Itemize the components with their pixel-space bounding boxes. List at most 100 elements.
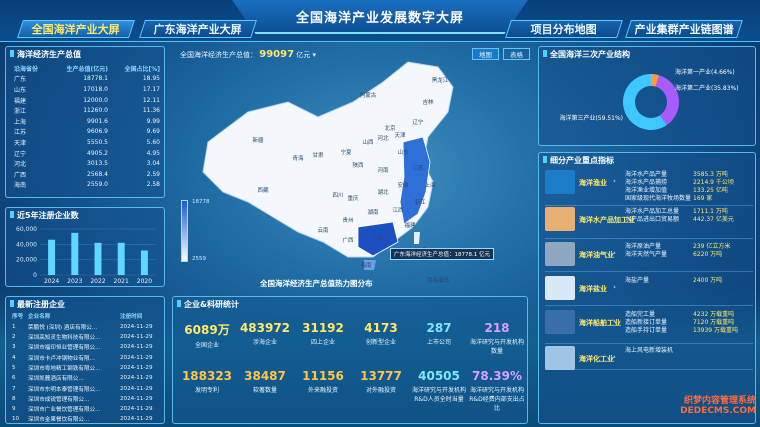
gdp-table-row[interactable]: 辽宁 4905.2 4.95 — [14, 148, 160, 159]
industry-row[interactable]: 海洋渔业 › 海洋水产品产量 3585.3 万吨 海洋水产品捕捞 2214.9 千公顷 海洋… — [545, 168, 753, 206]
province-label: 广东 — [372, 234, 384, 242]
gdp-cell: 山东 — [14, 86, 27, 94]
nav-national-label: 全国海洋产业大屏 — [31, 23, 120, 36]
stat-label: 海洋研究与开发机构R&D经费内部支出占比 — [469, 387, 525, 412]
stat-label: 创新型企业 — [365, 339, 396, 346]
company-row[interactable]: 6 深圳凯麓酒店有限公... 2024-11-29 — [12, 373, 160, 383]
gdp-table-row[interactable]: 广东 18778.1 18.95 — [14, 74, 160, 85]
company-cell: 2024-11-29 — [120, 354, 153, 361]
company-cell: 深圳市成锐管理有限公... — [28, 396, 90, 403]
stat-item: 31192 四上企业 — [295, 321, 351, 346]
map-taiwan[interactable] — [414, 232, 420, 244]
nav-project-map[interactable]: 项目分布地图 — [505, 20, 623, 38]
bar[interactable] — [117, 242, 125, 275]
nav-project-map-label: 项目分布地图 — [530, 23, 597, 36]
indicator-label: 海上风电新增装机 — [625, 347, 674, 354]
company-cell: 9 — [12, 406, 16, 413]
bar[interactable] — [48, 239, 56, 275]
gdp-cell: 2559.0 — [87, 181, 108, 189]
gdp-cell: 广西 — [14, 171, 27, 179]
nav-industry-chain[interactable]: 产业集群产业链图谱 — [625, 20, 743, 38]
x-tick-label: 2021 — [114, 278, 129, 285]
industry-thumbnail — [545, 346, 575, 370]
gdp-cell: 9606.9 — [87, 128, 108, 136]
gdp-cell: 河北 — [14, 161, 27, 169]
gdp-cell: 18778.1 — [83, 75, 108, 83]
stat-item: 40505 海洋研究与开发机构R&D人员全时当量 — [411, 369, 467, 403]
gdp-table-row[interactable]: 河北 3013.5 3.04 — [14, 158, 160, 169]
gdp-table-row[interactable]: 江苏 9606.9 9.69 — [14, 127, 160, 138]
gdp-cell: 4905.2 — [87, 149, 108, 157]
gdp-cell: 江苏 — [14, 129, 27, 137]
indicator-value: 6220 万吨 — [693, 251, 723, 258]
industry-row[interactable]: 海洋水产品加工业 › 海洋水产品加工总量 1711.1 万吨 水产品进出口贸易额 442.… — [545, 205, 753, 239]
bar[interactable] — [140, 250, 148, 275]
gdp-table: 沿海省份 生产总值(亿元) 全国占比[%] 广东 18778.1 18.95 山东 17… — [14, 63, 160, 190]
col-share: 全国占比[%] — [124, 65, 161, 73]
new-companies-header: 序号 企业名称 注册时间 — [12, 311, 160, 322]
company-row[interactable]: 2 深圳高知灵生物科技有限公... 2024-11-29 — [12, 332, 160, 342]
stat-label: 上市公司 — [426, 339, 451, 346]
industry-thumbnail — [545, 170, 575, 194]
company-row[interactable]: 5 深圳市粤地精工钢铁有限公... 2024-11-29 — [12, 363, 160, 373]
company-cell: 7 — [12, 385, 16, 392]
company-row[interactable]: 1 荣鹏悦 (深圳) 酒店有限公... 2024-11-29 — [12, 322, 160, 332]
gdp-cell: 广东 — [14, 76, 27, 84]
stat-label: 涉海企业 — [252, 339, 277, 346]
company-cell: 5 — [12, 364, 16, 371]
province-label: 福建 — [404, 221, 416, 229]
company-row[interactable]: 8 深圳市成锐管理有限公... 2024-11-29 — [12, 394, 160, 404]
bar[interactable] — [71, 232, 79, 275]
company-cell: 深圳市粤地精工钢铁有限公... — [28, 365, 101, 372]
stat-item: 78.39% 海洋研究与开发机构R&D经费内部支出占比 — [469, 369, 525, 412]
recent-panel: 近5年注册企业数 60,000 40,000 20,000 0 2024 2023 2022… — [5, 207, 165, 287]
stat-value: 38487 — [244, 369, 286, 383]
indicator-value: 169 家 — [693, 195, 713, 202]
company-row[interactable]: 7 深圳市东明本泰管理有限公... 2024-11-29 — [12, 383, 160, 393]
company-row[interactable]: 3 深圳市福印恒业管理有限公... 2024-11-29 — [12, 342, 160, 352]
company-row[interactable]: 4 深圳市卡卢冲钢物业有限... 2024-11-29 — [12, 352, 160, 362]
gdp-table-row[interactable]: 福建 12000.0 12.11 — [14, 95, 160, 106]
company-cell: 2024-11-29 — [120, 323, 153, 330]
map-tooltip: 广东海洋经济生产总值：18778.1 亿元 — [390, 248, 494, 260]
province-label: 宁夏 — [340, 148, 352, 156]
province-label: 山西 — [362, 138, 374, 146]
industry-row[interactable]: 海洋化工业 › 海上风电新增装机 — [545, 344, 753, 370]
company-cell: 深圳市福印恒业管理有限公... — [28, 345, 101, 352]
indicator-value: 2400 万吨 — [693, 277, 723, 284]
nav-national[interactable]: 全国海洋产业大屏 — [17, 20, 135, 38]
industry-row[interactable]: 海洋油气业 › 海洋原油产量 239 亿立方米 海洋天然气产量 6220 万吨 — [545, 240, 753, 272]
gdp-table-row[interactable]: 广西 2568.4 2.59 — [14, 169, 160, 180]
industry-thumbnail — [545, 310, 575, 334]
gdp-table-row[interactable]: 浙江 11260.0 11.36 — [14, 105, 160, 116]
gdp-table-row[interactable]: 上海 9901.6 9.99 — [14, 116, 160, 127]
company-row[interactable]: 10 深圳市金果餐饮有限公... 2024-11-29 — [12, 414, 160, 424]
stat-value: 218 — [484, 321, 510, 335]
gdp-cell: 17018.0 — [83, 85, 108, 93]
bar[interactable] — [94, 242, 102, 275]
industry-thumbnail — [545, 207, 575, 231]
province-label: 上海 — [424, 181, 436, 189]
gdp-cell: 11.36 — [142, 107, 160, 115]
industry-name: 海洋油气业 — [579, 251, 614, 259]
chevron-right-icon: › — [613, 353, 616, 361]
gdp-cell: 5.60 — [146, 138, 160, 146]
gdp-table-row[interactable]: 山东 17018.0 17.17 — [14, 84, 160, 95]
province-label: 重庆 — [347, 194, 359, 202]
indicator-label: 海洋天然气产量 — [625, 251, 668, 258]
industry-row[interactable]: 海洋船舶工业 › 造船完工量 4232 万载重吨 造船新接订单量 7120 万载重吨 造船手… — [545, 308, 753, 344]
gdp-table-row[interactable]: 海南 2559.0 2.58 — [14, 180, 160, 191]
company-row[interactable]: 9 深圳市广业餐饮管理有限公... 2024-11-29 — [12, 404, 160, 414]
province-label: 新疆 — [252, 136, 264, 144]
province-label: 贵州 — [342, 216, 353, 224]
stat-item: 483972 涉海企业 — [237, 321, 293, 346]
indicator-label: 国家级现代海洋牧场数量 — [625, 195, 692, 202]
gdp-table-row[interactable]: 天津 5550.5 5.60 — [14, 137, 160, 148]
gdp-cell: 天津 — [14, 139, 27, 147]
province-label: 四川 — [332, 192, 343, 199]
gdp-cell: 2.59 — [146, 170, 160, 178]
stat-label: 全国企业 — [194, 342, 219, 349]
nav-guangdong[interactable]: 广东海洋产业大屏 — [139, 20, 257, 38]
industry-row[interactable]: 海洋盐业 › 海盐产量 2400 万吨 — [545, 274, 753, 306]
company-cell: 4 — [12, 354, 16, 361]
